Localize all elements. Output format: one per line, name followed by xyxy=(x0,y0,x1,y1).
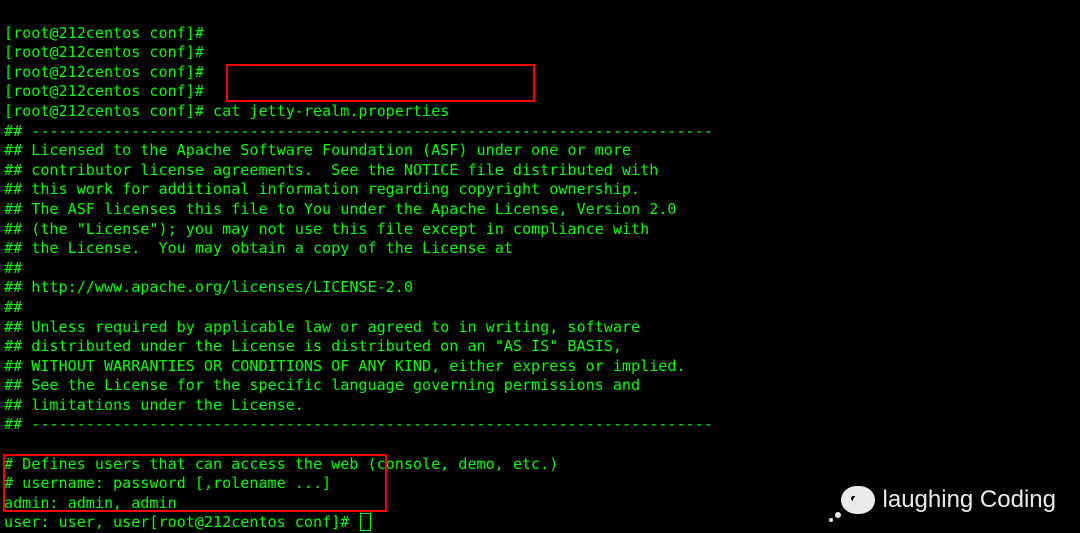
output-line: ## http://www.apache.org/licenses/LICENS… xyxy=(4,278,413,296)
output-line: ## xyxy=(4,298,22,316)
output-line: ## contributor license agreements. See t… xyxy=(4,161,658,179)
command-text: cat jetty-realm.properties xyxy=(213,102,449,120)
wechat-icon xyxy=(841,486,875,514)
output-line: admin: admin, admin xyxy=(4,494,177,512)
output-line: # Defines users that can access the web … xyxy=(4,455,558,473)
terminal[interactable]: [root@212centos conf]# [root@212centos c… xyxy=(0,0,1080,533)
prompt-line: [root@212centos conf]# xyxy=(4,63,213,81)
output-line: ## (the "License"); you may not use this… xyxy=(4,220,649,238)
output-line: ## -------------------------------------… xyxy=(4,122,713,140)
prompt-line: [root@212centos conf]# xyxy=(149,513,358,531)
output-line: ## limitations under the License. xyxy=(4,396,304,414)
output-line: ## WITHOUT WARRANTIES OR CONDITIONS OF A… xyxy=(4,357,686,375)
output-line: ## xyxy=(4,259,22,277)
prompt-line: [root@212centos conf]# xyxy=(4,24,213,42)
output-line: ## this work for additional information … xyxy=(4,180,640,198)
cursor xyxy=(360,513,371,531)
watermark-text: laughing Coding xyxy=(883,490,1056,510)
output-line: ## -------------------------------------… xyxy=(4,415,713,433)
output-line: ## distributed under the License is dist… xyxy=(4,337,622,355)
output-line: ## Licensed to the Apache Software Found… xyxy=(4,141,631,159)
output-line: ## See the License for the specific lang… xyxy=(4,376,640,394)
watermark: laughing Coding xyxy=(841,486,1056,514)
output-line: user: user, user xyxy=(4,513,149,531)
output-line: ## the License. You may obtain a copy of… xyxy=(4,239,513,257)
prompt-line: [root@212centos conf]# xyxy=(4,102,213,120)
output-line: ## Unless required by applicable law or … xyxy=(4,318,640,336)
prompt-line: [root@212centos conf]# xyxy=(4,43,213,61)
output-line: ## The ASF licenses this file to You und… xyxy=(4,200,676,218)
prompt-line: [root@212centos conf]# xyxy=(4,82,213,100)
output-line: # username: password [,rolename ...] xyxy=(4,474,331,492)
